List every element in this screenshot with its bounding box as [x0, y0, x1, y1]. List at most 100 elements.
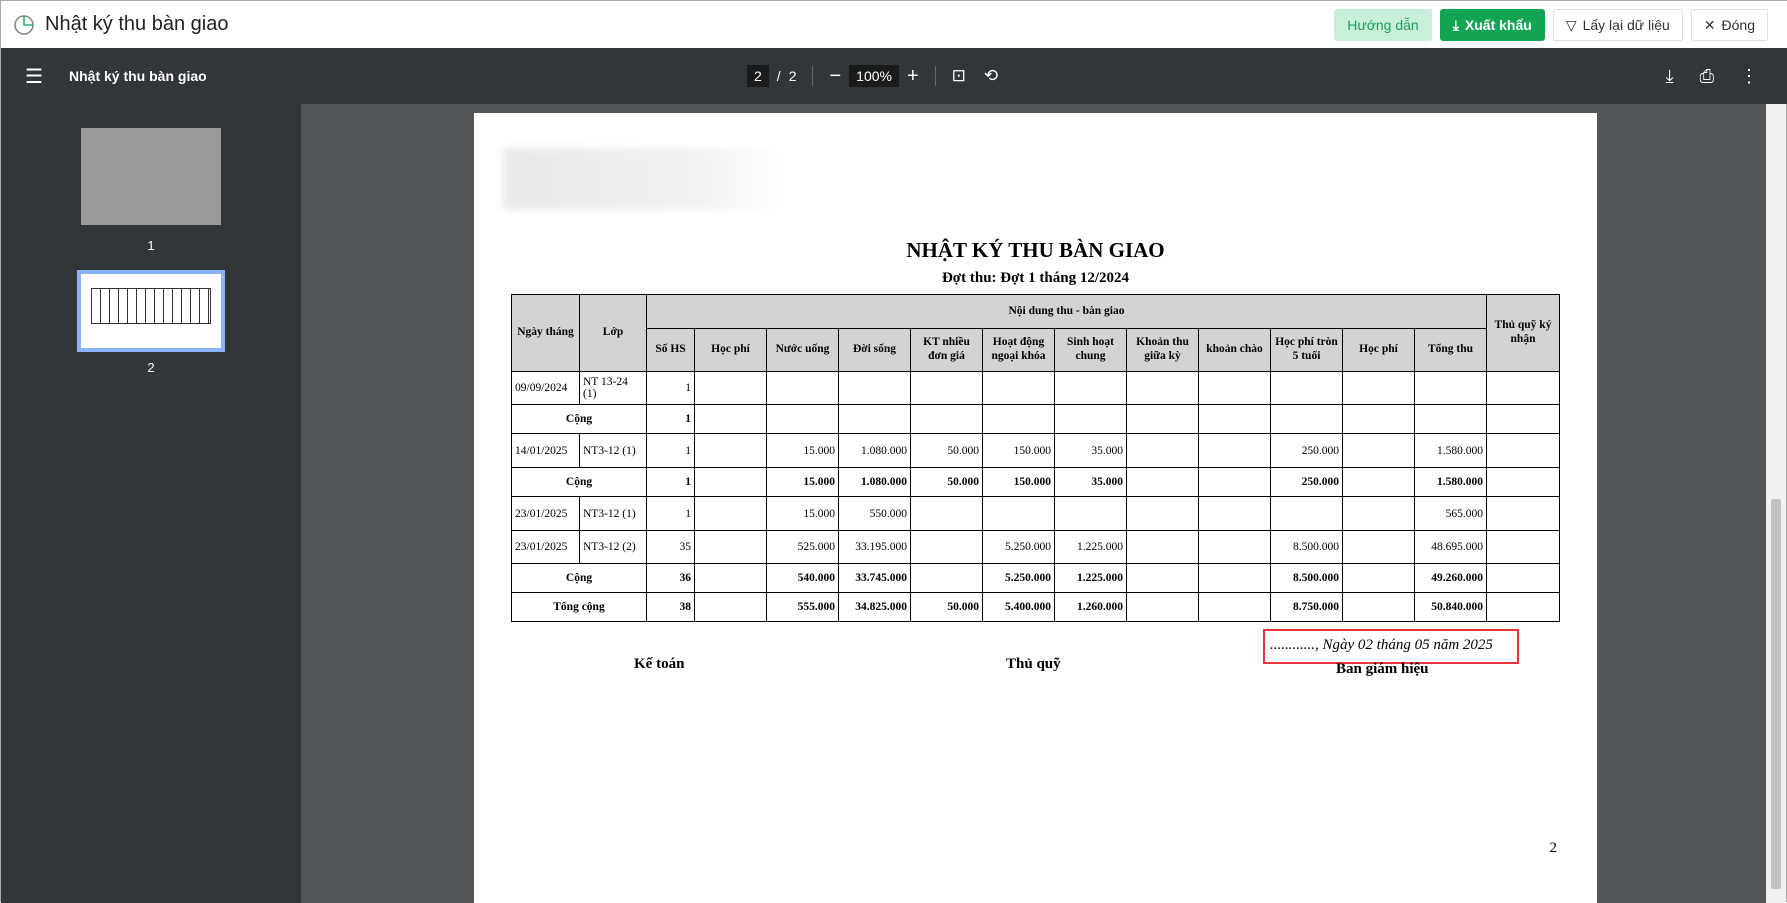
cell-value: 48.695.000 [1414, 530, 1487, 564]
reload-data-button[interactable]: ▽ Lấy lại dữ liệu [1552, 9, 1683, 41]
page-number-input[interactable]: 2 [747, 65, 769, 87]
header-col: Học phí tròn 5 tuổi [1270, 328, 1343, 372]
cell-class: NT3-12 (2) [579, 530, 647, 564]
fit-page-icon[interactable]: ⊡ [952, 66, 966, 86]
cell-value: 5.250.000 [982, 563, 1055, 593]
cell-signer [1486, 530, 1560, 564]
cell-date: 09/09/2024 [511, 371, 580, 405]
cell-value: 525.000 [766, 530, 839, 564]
cell-value [1054, 496, 1127, 531]
cell-value: 15.000 [766, 496, 839, 531]
pdf-toolbar: ☰ Nhật ký thu bàn giao 2 / 2 − 100% + ⊡ … [1, 48, 1787, 104]
cell-value: 1 [646, 371, 695, 405]
cell-value: 1 [646, 404, 695, 434]
page-thumbnail-2[interactable] [77, 270, 225, 352]
cell-date: 23/01/2025 [511, 530, 580, 564]
cell-value [1270, 371, 1343, 405]
cell-value [1198, 530, 1271, 564]
cell-value: 1.580.000 [1414, 467, 1487, 497]
row-label: Cộng [511, 467, 647, 497]
export-label: Xuất khẩu [1464, 17, 1532, 33]
cell-value: 150.000 [982, 433, 1055, 468]
cell-value [1342, 371, 1415, 405]
report-title: NHẬT KÝ THU BÀN GIAO [906, 238, 1165, 262]
signature-board: Ban giám hiệu [1336, 661, 1429, 677]
total-pages: 2 [788, 68, 797, 84]
cell-value [1342, 404, 1415, 434]
cell-value [1126, 467, 1199, 497]
cell-value: 35.000 [1054, 467, 1127, 497]
header-col: Hoạt động ngoại khóa [982, 328, 1055, 372]
cell-value [1126, 371, 1199, 405]
page-number: 2 [1549, 840, 1558, 856]
cell-value [1198, 467, 1271, 497]
rotate-icon[interactable]: ⟲ [984, 66, 998, 86]
export-icon: ⤓ [1452, 16, 1459, 33]
more-icon[interactable]: ⋮ [1740, 66, 1758, 87]
help-button[interactable]: Hướng dẫn [1334, 9, 1432, 41]
cell-value: 8.750.000 [1270, 592, 1343, 622]
filter-icon: ▽ [1565, 16, 1577, 33]
cell-value: 250.000 [1270, 467, 1343, 497]
cell-value [838, 371, 911, 405]
cell-value: 540.000 [766, 563, 839, 593]
cell-value: 1.225.000 [1054, 563, 1127, 593]
cell-class: NT 13-24 (1) [579, 371, 647, 405]
cell-signer [1486, 592, 1560, 622]
header-group: Nội dung thu - bàn giao [646, 294, 1487, 329]
cell-value [838, 404, 911, 434]
table-row: 23/01/2025 NT3-12 (1) 1 15.000 550.000 565.00… [511, 496, 1560, 531]
cell-date: 23/01/2025 [511, 496, 580, 531]
cell-value [1126, 496, 1199, 531]
zoom-in-icon[interactable]: + [907, 65, 919, 88]
header-col: Sinh hoạt chung [1054, 328, 1127, 372]
cell-value: 555.000 [766, 592, 839, 622]
cell-value [1342, 592, 1415, 622]
cell-value [1054, 371, 1127, 405]
cell-signer [1486, 563, 1560, 593]
header-class: Lớp [579, 294, 647, 372]
cell-value: 15.000 [766, 433, 839, 468]
header-date: Ngày tháng [511, 294, 580, 372]
cell-value [1198, 404, 1271, 434]
header-col: KT nhiều đơn giá [910, 328, 983, 372]
cell-value: 150.000 [982, 467, 1055, 497]
cell-signer [1486, 467, 1560, 497]
print-icon[interactable]: ⎙ [1700, 66, 1714, 87]
scrollbar[interactable] [1766, 104, 1786, 903]
table-row: 14/01/2025 NT3-12 (1) 1 15.000 1.080.000 50.0… [511, 433, 1560, 468]
menu-icon[interactable]: ☰ [25, 64, 43, 89]
cell-value [910, 404, 983, 434]
cell-date: 14/01/2025 [511, 433, 580, 468]
zoom-input[interactable]: 100% [849, 65, 899, 87]
cell-value [1342, 433, 1415, 468]
cell-value [1198, 371, 1271, 405]
table-row: 09/09/2024 NT 13-24 (1) 1 [511, 371, 1560, 405]
cell-value: 36 [646, 563, 695, 593]
signature-treasurer: Thủ quỹ [1006, 656, 1061, 672]
cell-value: 8.500.000 [1270, 563, 1343, 593]
cell-value: 38 [646, 592, 695, 622]
scrollbar-thumb[interactable] [1771, 499, 1781, 889]
close-button[interactable]: ✕ Đóng [1690, 9, 1768, 41]
cell-value [1126, 404, 1199, 434]
download-icon[interactable]: ⤓ [1666, 66, 1674, 87]
export-button[interactable]: ⤓ Xuất khẩu [1439, 9, 1545, 41]
page-thumbnail-1[interactable] [81, 128, 221, 225]
header-col: Học phí [694, 328, 767, 372]
cell-value: 550.000 [838, 496, 911, 531]
header-col: Học phí [1342, 328, 1415, 372]
cell-value [694, 433, 767, 468]
cell-value [1414, 371, 1487, 405]
cell-value [910, 496, 983, 531]
cell-value: 1.580.000 [1414, 433, 1487, 468]
zoom-out-icon[interactable]: − [829, 65, 841, 88]
thumbnail-sidebar: 1 2 [1, 104, 301, 903]
cell-value [910, 563, 983, 593]
cell-value [694, 592, 767, 622]
cell-class: NT3-12 (1) [579, 496, 647, 531]
cell-value: 50.840.000 [1414, 592, 1487, 622]
cell-signer [1486, 496, 1560, 531]
cell-value: 8.500.000 [1270, 530, 1343, 564]
cell-value: 5.250.000 [982, 530, 1055, 564]
